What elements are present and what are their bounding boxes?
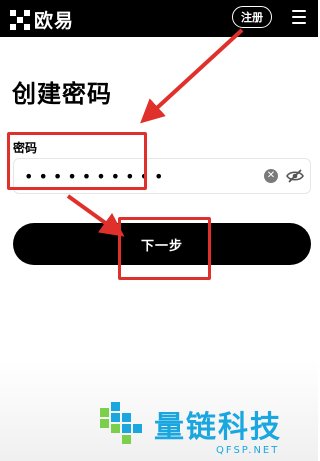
arrow-register-to-password (140, 28, 244, 124)
watermark-subtitle: QFSP.NET (216, 445, 280, 456)
watermark-title: 量链科技 (154, 410, 282, 445)
password-value: •••••••••• (24, 167, 169, 186)
watermark-logo-icon (100, 402, 142, 444)
register-button[interactable]: 注册 (232, 6, 272, 28)
top-navigation-bar: 欧易 注册 (0, 0, 318, 37)
page-title: 创建密码 (12, 80, 112, 108)
clear-icon[interactable]: ✕ (264, 169, 278, 183)
menu-icon[interactable] (292, 10, 306, 24)
password-field[interactable]: •••••••••• ✕ (13, 158, 311, 194)
brand-name: 欧易 (34, 10, 75, 32)
next-step-button[interactable]: 下一步 (13, 223, 311, 265)
watermark: 量链科技 QFSP.NET (98, 400, 313, 458)
okx-logo-icon (10, 9, 30, 30)
password-label: 密码 (13, 141, 38, 155)
brand-logo[interactable]: 欧易 (9, 6, 74, 33)
eye-slash-icon[interactable] (286, 168, 304, 184)
